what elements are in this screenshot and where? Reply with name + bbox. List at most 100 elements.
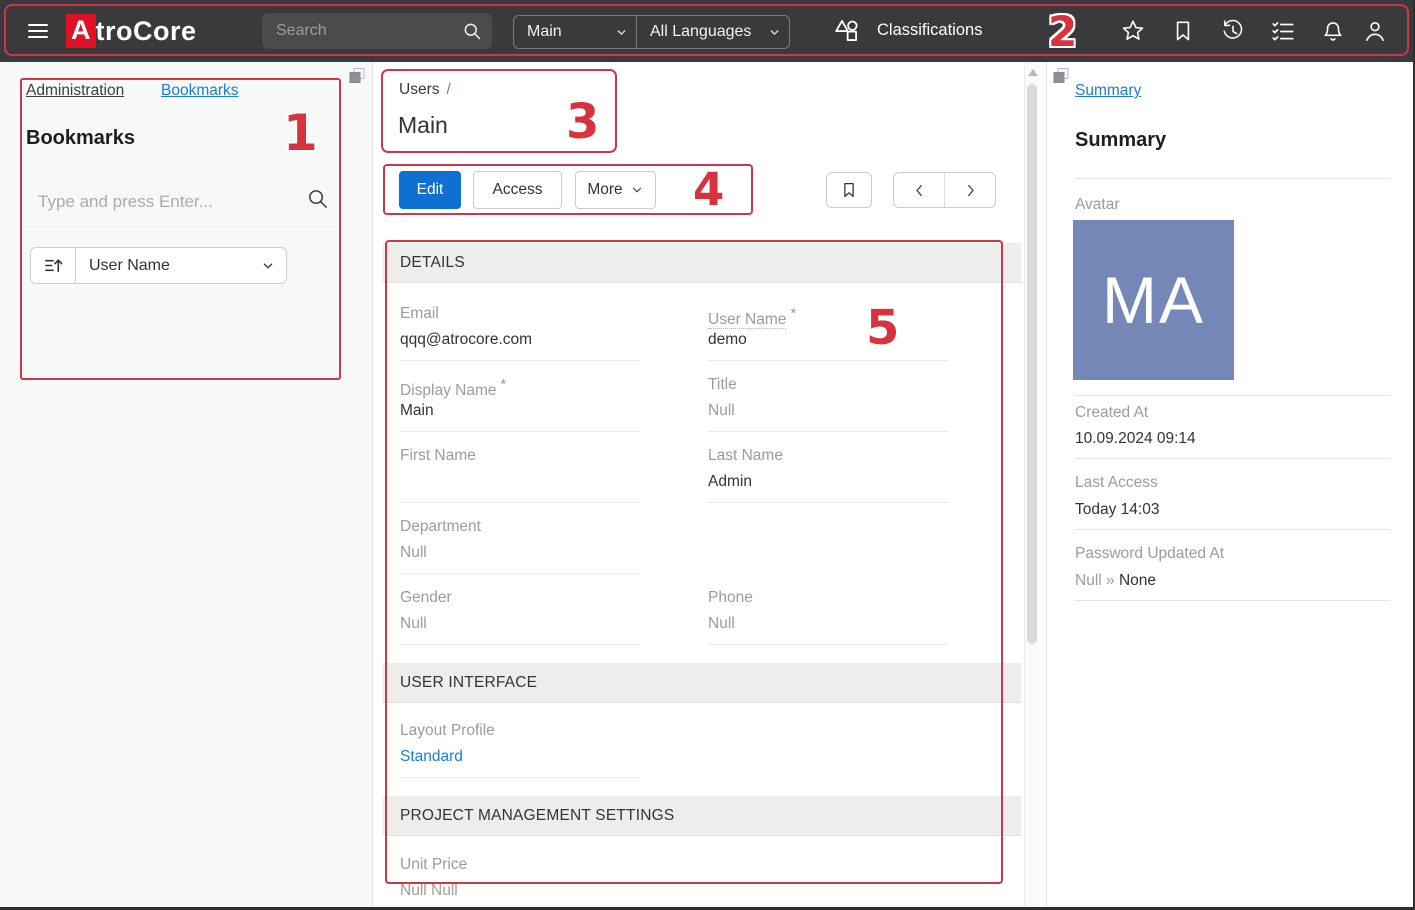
field-value: Null [400, 615, 640, 636]
page-title: Main [398, 112, 448, 139]
sort-order-button[interactable] [31, 248, 76, 283]
previous-record-button[interactable] [894, 173, 945, 207]
bookmark-record-button[interactable] [826, 172, 872, 208]
top-navbar: A troCore Main All Languages [0, 0, 1415, 62]
global-search [262, 13, 492, 49]
history-icon [1220, 18, 1246, 44]
more-button-label: More [587, 181, 622, 199]
bookmark-icon [840, 181, 858, 199]
password-updated-value: Null » None [1075, 572, 1156, 590]
more-button[interactable]: More [575, 171, 656, 209]
next-record-button[interactable] [945, 173, 995, 207]
field-value: Main [400, 402, 640, 423]
chevron-down-icon [261, 259, 275, 273]
logo-text: troCore [96, 16, 197, 47]
chevron-down-icon [768, 26, 781, 39]
divider [1075, 178, 1390, 179]
password-updated-current: None [1119, 572, 1156, 589]
field-label: Title [708, 376, 948, 398]
required-mark: * [500, 376, 506, 393]
field-label: Layout Profile [400, 722, 640, 744]
user-menu-button[interactable] [1362, 18, 1388, 44]
divider [1046, 62, 1047, 910]
required-mark: * [790, 305, 796, 322]
layout-dropdown[interactable]: Main [514, 16, 636, 48]
field-value: Null [708, 615, 948, 636]
chevron-left-icon [911, 182, 928, 199]
field-label: User Name* [708, 305, 948, 327]
avatar[interactable]: MA [1073, 220, 1234, 380]
sidebar-link-bookmarks[interactable]: Bookmarks [161, 82, 239, 100]
scrollbar-thumb[interactable] [1027, 84, 1037, 644]
field-first-name: First Name [400, 447, 640, 503]
collapse-panel-icon[interactable] [347, 66, 367, 86]
sort-field-value: User Name [76, 248, 286, 283]
field-label: Unit Price [400, 856, 640, 878]
field-value: demo [708, 331, 948, 352]
section-header-project-management: PROJECT MANAGEMENT SETTINGS [383, 796, 1021, 836]
divider [1075, 600, 1390, 601]
menu-toggle-button[interactable] [26, 19, 50, 43]
chevron-down-icon [630, 183, 644, 197]
divider [1075, 395, 1390, 396]
sidebar-link-administration[interactable]: Administration [26, 82, 124, 100]
created-at-label: Created At [1075, 404, 1148, 422]
star-icon [1120, 18, 1146, 44]
field-layout-profile: Layout Profile Standard [400, 722, 640, 778]
field-phone: Phone Null [708, 589, 948, 645]
navbar-dropdown-group: Main All Languages [513, 15, 790, 49]
search-icon[interactable] [462, 21, 482, 41]
last-access-label: Last Access [1075, 474, 1158, 492]
bookmark-icon [1170, 18, 1196, 44]
hamburger-icon [26, 19, 50, 43]
field-label: Email [400, 305, 640, 327]
sidebar-search [36, 186, 298, 216]
field-gender: Gender Null [400, 589, 640, 645]
sidebar-search-input[interactable] [36, 186, 302, 218]
nav-item-classifications[interactable]: Classifications [833, 17, 982, 44]
app-logo[interactable]: A troCore [66, 13, 197, 49]
field-value-link[interactable]: Standard [400, 748, 640, 769]
field-label: Gender [400, 589, 640, 611]
field-label: Phone [708, 589, 948, 611]
language-dropdown-value: All Languages [637, 16, 789, 48]
notifications-button[interactable] [1320, 18, 1346, 44]
access-button[interactable]: Access [473, 171, 562, 209]
divider [1075, 529, 1390, 530]
created-at-value: 10.09.2024 09:14 [1075, 430, 1196, 448]
field-label: Display Name* [400, 376, 640, 398]
nav-item-label: Classifications [877, 21, 982, 40]
divider [1075, 458, 1390, 459]
last-access-value: Today 14:03 [1075, 501, 1159, 519]
field-value: Null [400, 544, 640, 565]
classifications-shapes-icon [833, 17, 860, 44]
chevron-down-icon [615, 26, 628, 39]
record-pager [893, 172, 996, 208]
breadcrumb-parent[interactable]: Users [399, 81, 439, 98]
sort-field-dropdown[interactable]: User Name [76, 248, 286, 283]
breadcrumb-separator: / [446, 81, 450, 98]
section-header-user-interface: USER INTERFACE [383, 663, 1021, 703]
favorites-button[interactable] [1120, 18, 1146, 44]
field-label: First Name [400, 447, 640, 469]
collapse-panel-icon[interactable] [1051, 66, 1071, 86]
checklist-icon [1270, 18, 1296, 44]
bookmarks-button[interactable] [1170, 18, 1196, 44]
breadcrumb: Users / [399, 81, 451, 99]
field-value: Null Null [400, 882, 640, 903]
field-unit-price: Unit Price Null Null [400, 856, 640, 910]
avatar-initials: MA [1102, 262, 1205, 338]
language-dropdown[interactable]: All Languages [636, 16, 789, 48]
tasks-button[interactable] [1270, 18, 1296, 44]
scrollbar-up-arrow[interactable] [1028, 69, 1038, 76]
global-search-input[interactable] [262, 13, 492, 49]
edit-button[interactable]: Edit [399, 171, 461, 209]
field-label: Last Name [708, 447, 948, 469]
field-value [400, 473, 640, 494]
history-button[interactable] [1220, 18, 1246, 44]
field-label: Department [400, 518, 640, 540]
summary-title: Summary [1075, 129, 1166, 152]
logo-accent-letter: A [66, 14, 96, 48]
search-icon[interactable] [306, 187, 329, 210]
summary-link[interactable]: Summary [1075, 82, 1141, 100]
